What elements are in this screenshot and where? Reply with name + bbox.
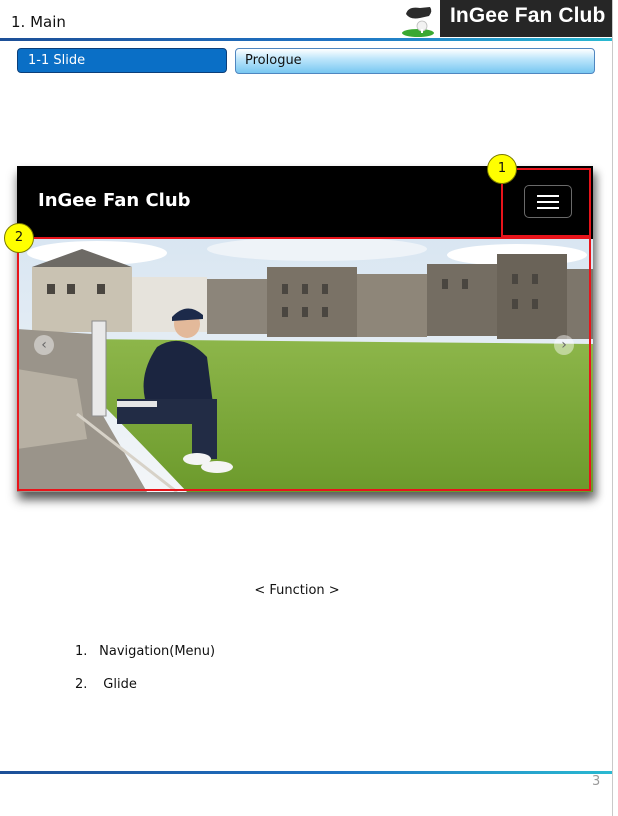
list-item-number: 1.	[75, 644, 88, 659]
highlight-slide	[17, 237, 591, 491]
list-item-label: Navigation(Menu)	[99, 644, 216, 659]
list-item: 1. Navigation(Menu)	[75, 644, 215, 677]
function-title: < Function >	[254, 583, 340, 598]
page-number: 3	[592, 774, 601, 789]
brand-name: InGee Fan Club	[450, 4, 606, 27]
list-item-label: Glide	[99, 677, 137, 692]
footer-rule	[0, 771, 612, 774]
tab-prologue[interactable]: Prologue	[235, 48, 595, 74]
callout-2: 2	[4, 223, 34, 253]
header-rule	[0, 38, 612, 41]
function-list: 1. Navigation(Menu) 2. Glide	[75, 644, 215, 710]
list-item: 2. Glide	[75, 677, 215, 710]
tab-slide[interactable]: 1-1 Slide	[17, 48, 227, 73]
highlight-menu-button	[501, 168, 591, 237]
site-title[interactable]: InGee Fan Club	[38, 190, 191, 211]
golf-logo-icon	[402, 7, 434, 37]
section-title: 1. Main	[11, 13, 66, 31]
list-item-number: 2.	[75, 677, 88, 692]
callout-1: 1	[487, 154, 517, 184]
page-edge-rule	[612, 0, 613, 816]
